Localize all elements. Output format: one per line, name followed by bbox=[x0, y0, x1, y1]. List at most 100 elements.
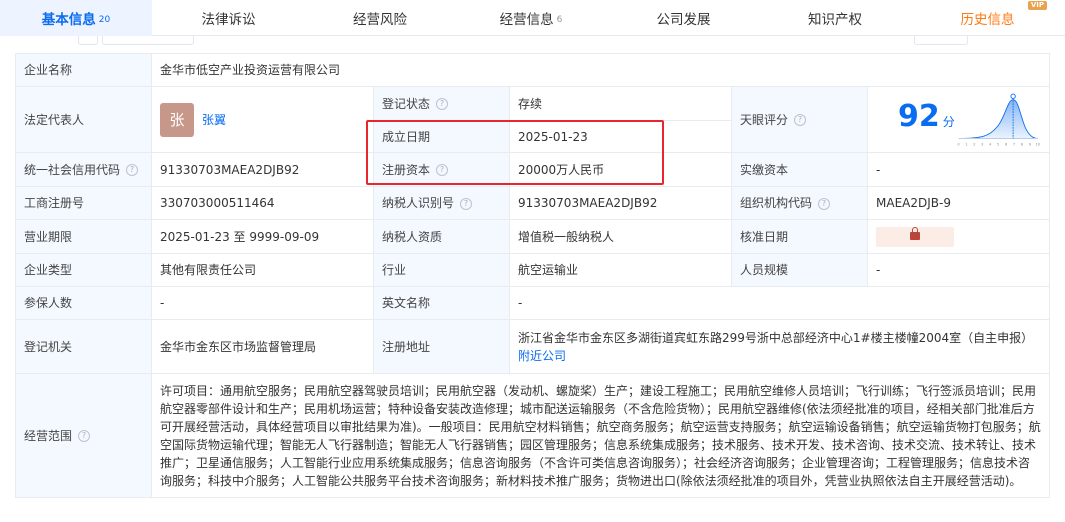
tab-count: 6 bbox=[556, 15, 563, 25]
approve-date-cell bbox=[866, 219, 1051, 254]
tab-history[interactable]: 历史信息 VIP bbox=[910, 0, 1065, 36]
tab-label: 经营风险 bbox=[353, 12, 407, 28]
scope-label-cell: 经营范围? bbox=[15, 373, 152, 498]
org-code-label-cell: 组织机构代码? bbox=[731, 186, 868, 220]
score-unit: 分 bbox=[942, 115, 955, 129]
score-x-tick: 3 bbox=[981, 142, 983, 146]
industry-label: 行业 bbox=[373, 253, 510, 287]
legal-rep-label: 法定代表人 bbox=[15, 86, 152, 153]
tab-label: 基本信息 bbox=[41, 12, 96, 28]
score-x-tick: 2 bbox=[973, 142, 975, 146]
tab-label: 经营信息 bbox=[499, 12, 554, 28]
table-row: 企业类型 其他有限责任公司 行业 航空运输业 人员规模 - bbox=[15, 253, 1051, 287]
tab-development[interactable]: 公司发展 bbox=[607, 0, 760, 36]
score-cell[interactable]: 92 分 0 1 2 3 4 5 6 7 8 9 10 bbox=[866, 86, 1051, 153]
nearby-companies-link[interactable]: 附近公司 bbox=[518, 349, 566, 363]
staff-size-label: 人员规模 bbox=[731, 253, 868, 287]
approve-date-label: 核准日期 bbox=[731, 219, 868, 254]
scope-value: 许可项目：通用航空服务；民用航空器驾驶员培训；民用航空器（发动机、螺旋桨）生产；… bbox=[150, 373, 1051, 498]
help-icon[interactable]: ? bbox=[460, 197, 473, 210]
company-type-label: 企业类型 bbox=[15, 253, 152, 287]
address-cell: 浙江省金华市金东区多湖街道宾虹东路299号浙中总部经济中心1#楼主楼幢2004室… bbox=[508, 319, 1051, 374]
table-row: 登记机关 金华市金东区市场监督管理局 注册地址 浙江省金华市金东区多湖街道宾虹东… bbox=[15, 319, 1051, 374]
score-x-tick: 7 bbox=[1013, 142, 1015, 146]
authority-value: 金华市金东区市场监督管理局 bbox=[151, 319, 374, 374]
help-icon[interactable]: ? bbox=[794, 114, 807, 126]
paid-capital-label: 实缴资本 bbox=[731, 152, 868, 187]
staff-size-value: - bbox=[866, 253, 1051, 287]
score-x-tick: 0 bbox=[957, 142, 959, 146]
tab-label: 法律诉讼 bbox=[201, 12, 256, 28]
tab-ip[interactable]: 知识产权 bbox=[760, 0, 910, 36]
tab-label: 公司发展 bbox=[656, 12, 711, 28]
table-row: 统一社会信用代码? 91330703MAEA2DJB92 注册资本? 20000… bbox=[15, 152, 1051, 187]
distribution-area bbox=[958, 98, 1038, 139]
help-icon[interactable]: ? bbox=[818, 197, 831, 210]
score-x-ticks: 0 1 2 3 4 5 6 7 8 9 10 bbox=[957, 142, 1040, 146]
address-value: 浙江省金华市金东区多湖街道宾虹东路299号浙中总部经济中心1#楼主楼幢2004室… bbox=[518, 330, 1028, 345]
hidden-control-edge bbox=[102, 36, 194, 45]
found-date-label: 成立日期 bbox=[373, 120, 510, 153]
hidden-control-edge bbox=[78, 36, 98, 45]
legal-rep-link[interactable]: 张翼 bbox=[202, 113, 226, 127]
insured-label: 参保人数 bbox=[15, 286, 152, 320]
org-code-value: MAEA2DJB-9 bbox=[866, 186, 1051, 220]
en-name-value: - bbox=[508, 286, 1051, 320]
tab-label: 历史信息 bbox=[960, 12, 1015, 28]
legal-rep-cell: 张张翼 bbox=[151, 86, 374, 153]
tab-count: 20 bbox=[98, 15, 111, 25]
term-value: 2025-01-23 至 9999-09-09 bbox=[151, 219, 374, 254]
score-label-cell: 天眼评分? bbox=[731, 86, 868, 153]
taxpayer-id-value: 91330703MAEA2DJB92 bbox=[509, 186, 732, 220]
authority-label: 登记机关 bbox=[15, 319, 152, 374]
tab-label: 知识产权 bbox=[808, 12, 862, 28]
tab-business-info[interactable]: 经营信息 6 bbox=[455, 0, 607, 36]
help-icon[interactable]: ? bbox=[436, 98, 449, 110]
company-name-value: 金华市低空产业投资运营有限公司 bbox=[150, 53, 1051, 87]
table-row: 参保人数 - 英文名称 - bbox=[15, 286, 1051, 320]
reg-capital-label: 注册资本 bbox=[382, 162, 431, 177]
hidden-control-edge bbox=[914, 36, 968, 45]
table-row: 经营范围? 许可项目：通用航空服务；民用航空器驾驶员培训；民用航空器（发动机、螺… bbox=[15, 373, 1051, 498]
table-row: 法定代表人 张张翼 登记状态? 存续 天眼评分? 92 分 0 1 2 3 4 … bbox=[15, 86, 1051, 153]
address-label: 注册地址 bbox=[373, 319, 510, 374]
reg-status-label-cell: 登记状态? bbox=[373, 86, 510, 121]
table-row: 企业名称 金华市低空产业投资运营有限公司 bbox=[15, 53, 1051, 87]
company-type-value: 其他有限责任公司 bbox=[151, 253, 374, 287]
paid-capital-value: - bbox=[866, 152, 1051, 187]
reg-status-label: 登记状态 bbox=[382, 96, 431, 111]
vip-locked-value[interactable] bbox=[876, 226, 954, 247]
found-date-value: 2025-01-23 bbox=[509, 120, 732, 153]
help-icon[interactable]: ? bbox=[436, 164, 449, 176]
score-label: 天眼评分 bbox=[740, 112, 789, 127]
industry-value: 航空运输业 bbox=[509, 253, 732, 287]
score-x-tick: 8 bbox=[1021, 142, 1023, 146]
tab-business-risk[interactable]: 经营风险 bbox=[305, 0, 455, 36]
insured-value: - bbox=[151, 286, 374, 320]
score-distribution-chart: 0 1 2 3 4 5 6 7 8 9 10 bbox=[957, 93, 1040, 146]
reg-capital-value: 20000万人民币 bbox=[509, 152, 732, 187]
lock-icon bbox=[910, 226, 920, 240]
credit-code-value: 91330703MAEA2DJB92 bbox=[151, 152, 374, 187]
reg-capital-label-cell: 注册资本? bbox=[373, 152, 510, 187]
score-x-tick: 4 bbox=[989, 142, 992, 146]
taxpayer-type-value: 增值税一般纳税人 bbox=[509, 219, 732, 254]
score-x-tick: 10 bbox=[1035, 142, 1039, 146]
avatar[interactable]: 张 bbox=[160, 102, 194, 137]
credit-code-label: 统一社会信用代码 bbox=[24, 162, 121, 177]
tab-basic-info[interactable]: 基本信息 20 bbox=[0, 0, 152, 36]
help-icon[interactable]: ? bbox=[126, 164, 139, 176]
vip-badge: VIP bbox=[1027, 1, 1047, 10]
tab-legal[interactable]: 法律诉讼 bbox=[152, 0, 305, 36]
score-x-tick: 1 bbox=[965, 142, 967, 146]
score-x-tick: 5 bbox=[997, 142, 999, 146]
reg-status-value: 存续 bbox=[509, 86, 732, 121]
credit-code-label-cell: 统一社会信用代码? bbox=[15, 152, 152, 187]
score-marker-dot bbox=[1010, 93, 1016, 99]
table-row: 工商注册号 330703000511464 纳税人识别号? 91330703MA… bbox=[15, 186, 1051, 220]
biz-reg-no-value: 330703000511464 bbox=[151, 186, 374, 220]
score-x-tick: 9 bbox=[1028, 142, 1030, 146]
help-icon[interactable]: ? bbox=[78, 430, 91, 442]
scope-label: 经营范围 bbox=[24, 428, 73, 443]
score-value: 92 bbox=[898, 99, 940, 134]
